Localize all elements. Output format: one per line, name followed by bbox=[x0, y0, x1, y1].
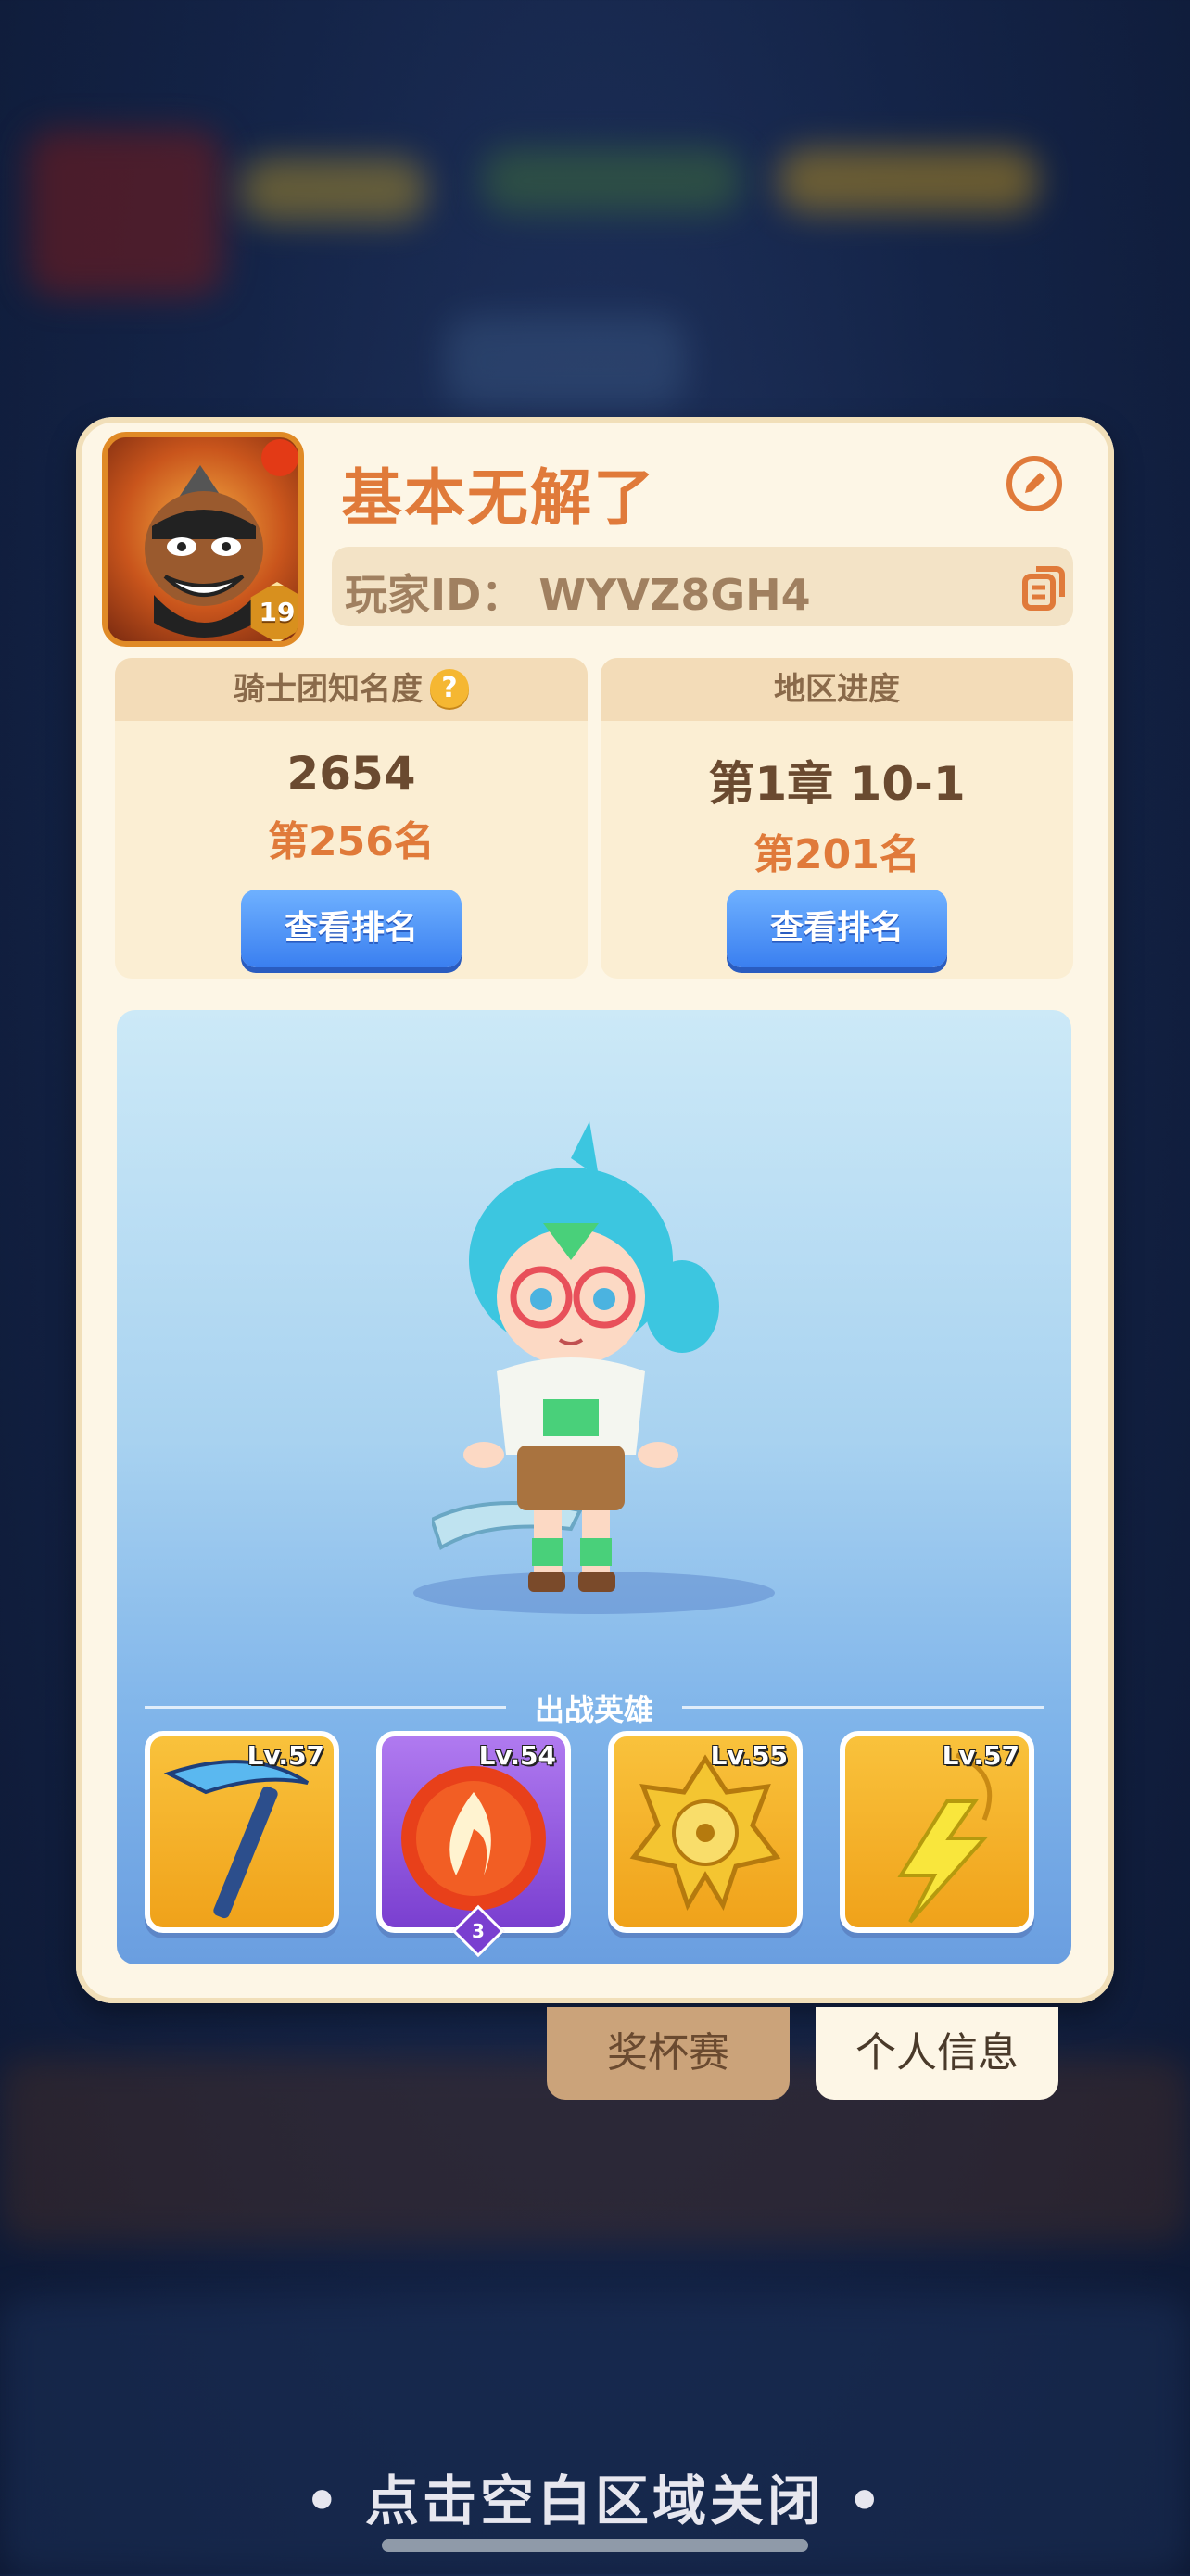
hero-slot-2[interactable]: Lv.54 3 bbox=[376, 1731, 571, 1958]
fame-stat-card: 骑士团知名度? 2654 第256名 查看排名 bbox=[115, 658, 588, 979]
copy-icon bbox=[1022, 566, 1065, 611]
region-rank: 第201名 bbox=[753, 831, 920, 878]
hero-level-label: Lv.55 bbox=[710, 1740, 788, 1771]
view-region-ranking-button[interactable]: 查看排名 bbox=[727, 890, 947, 967]
fame-value: 2654 bbox=[286, 747, 416, 801]
edit-name-button[interactable] bbox=[1006, 456, 1062, 511]
hero-slot-4[interactable]: Lv.57 bbox=[840, 1731, 1034, 1933]
hero-level-label: Lv.57 bbox=[247, 1740, 324, 1771]
tab-profile[interactable]: 个人信息 bbox=[816, 2007, 1058, 2100]
copy-id-button[interactable] bbox=[1021, 563, 1066, 612]
region-stat-card: 地区进度 第1章 10-1 第201名 查看排名 bbox=[601, 658, 1073, 979]
hero-slot-1[interactable]: Lv.57 bbox=[145, 1731, 339, 1933]
hero-slot-3[interactable]: Lv.55 bbox=[608, 1731, 803, 1933]
view-fame-ranking-button[interactable]: 查看排名 bbox=[241, 890, 462, 967]
player-name: 基本无解了 bbox=[341, 462, 656, 534]
help-icon[interactable]: ? bbox=[430, 668, 469, 708]
region-label: 地区进度 bbox=[601, 658, 1073, 721]
background-blur bbox=[28, 130, 222, 297]
background-blur bbox=[779, 148, 1038, 213]
section-divider bbox=[682, 1706, 1044, 1709]
hero-level-label: Lv.57 bbox=[942, 1740, 1019, 1771]
region-value: 第1章 10-1 bbox=[708, 757, 966, 811]
hero-character-icon[interactable] bbox=[432, 1121, 747, 1603]
background-blur bbox=[445, 315, 686, 408]
fame-header: 骑士团知名度? bbox=[115, 658, 588, 721]
background-blur bbox=[241, 158, 426, 222]
background-blur bbox=[482, 148, 741, 213]
star-rank-value: 3 bbox=[472, 1920, 485, 1942]
player-id-bar: 玩家ID： WYVZ8GH4 bbox=[332, 547, 1073, 626]
fame-rank: 第256名 bbox=[268, 818, 435, 865]
home-indicator[interactable] bbox=[382, 2539, 808, 2552]
hero-level-label: Lv.54 bbox=[478, 1740, 556, 1771]
player-id-text: 玩家ID： WYVZ8GH4 bbox=[345, 570, 811, 620]
tab-trophy[interactable]: 奖杯赛 bbox=[547, 2007, 790, 2100]
player-profile-panel: 19 基本无解了 玩家ID： WYVZ8GH4 骑士团知名度? 2654 第25… bbox=[76, 417, 1114, 2003]
pencil-icon bbox=[1025, 473, 1045, 493]
player-avatar[interactable]: 19 bbox=[102, 432, 304, 647]
hero-showcase: 出战英雄 Lv.57 Lv.54 3 Lv.55 Lv.57 bbox=[117, 1010, 1071, 1964]
close-hint[interactable]: • 点击空白区域关闭 • bbox=[0, 2457, 1190, 2535]
fame-label: 骑士团知名度 bbox=[234, 671, 423, 708]
